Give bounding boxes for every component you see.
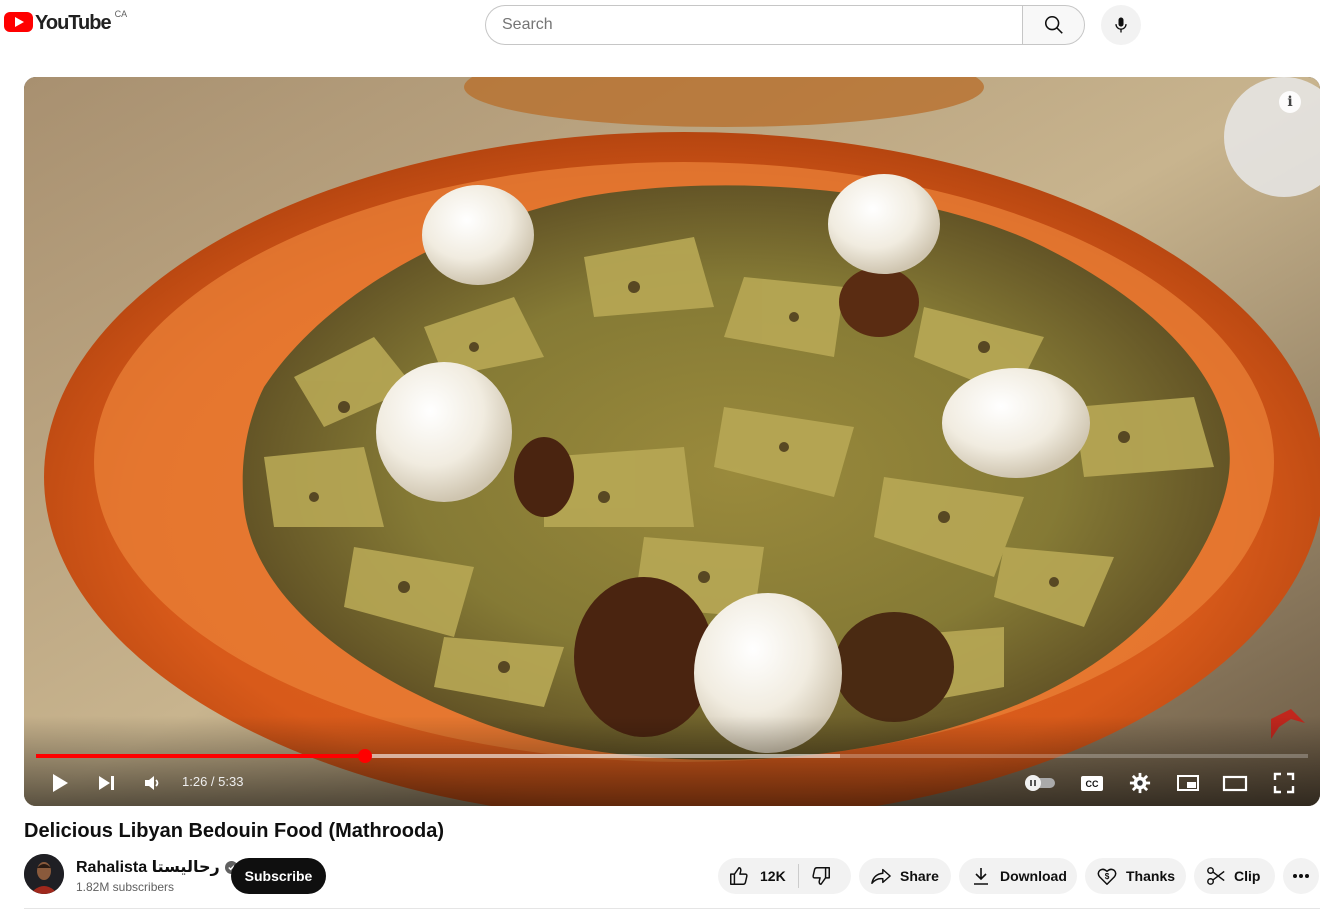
thumbs-up-icon (728, 865, 750, 887)
more-actions-button[interactable] (1283, 858, 1319, 894)
microphone-icon (1115, 17, 1127, 33)
volume-icon (145, 776, 159, 790)
next-icon (99, 776, 114, 790)
video-title: Delicious Libyan Bedouin Food (Mathrooda… (24, 820, 444, 842)
time-display: 1:26 / 5:33 (182, 774, 244, 789)
download-label: Download (1000, 868, 1067, 884)
like-button[interactable]: 12K (718, 858, 786, 894)
more-horizontal-icon (1293, 874, 1309, 878)
fullscreen-icon (1273, 772, 1295, 794)
play-icon (53, 774, 68, 792)
youtube-logo-icon (4, 12, 33, 32)
miniplayer-icon (1177, 775, 1199, 791)
autoplay-toggle-icon (1025, 775, 1055, 791)
download-button[interactable]: Download (959, 858, 1077, 894)
search-input[interactable] (485, 5, 1022, 45)
avatar[interactable] (24, 854, 64, 894)
played-bar (36, 754, 365, 758)
top-bar: YouTube CA (0, 0, 1342, 50)
autoplay-toggle[interactable] (1022, 769, 1058, 797)
country-code: CA (114, 9, 128, 19)
fullscreen-button[interactable] (1270, 769, 1298, 797)
channel-name-link[interactable]: Rahalista رحاليستا (76, 857, 238, 877)
share-label: Share (900, 868, 939, 884)
channel-avatar-image (24, 854, 64, 894)
theater-mode-icon (1222, 775, 1248, 792)
settings-icon (1129, 772, 1151, 794)
svg-text:$: $ (1105, 872, 1110, 881)
thumbs-down-icon (810, 865, 832, 887)
captions-button[interactable]: CC (1078, 769, 1106, 797)
miniplayer-button[interactable] (1174, 769, 1202, 797)
search-icon (1044, 15, 1063, 34)
volume-button[interactable] (138, 769, 166, 797)
voice-search-button[interactable] (1101, 5, 1141, 45)
like-dislike-group: 12K (718, 858, 851, 894)
thanks-button[interactable]: $ Thanks (1085, 858, 1186, 894)
clip-button[interactable]: Clip (1194, 858, 1275, 894)
dislike-button[interactable] (799, 858, 832, 894)
progress-bar[interactable] (36, 749, 1308, 763)
share-button[interactable]: Share (859, 858, 951, 894)
channel-name: Rahalista رحاليستا (76, 859, 220, 876)
subscribe-button[interactable]: Subscribe (231, 858, 326, 894)
thanks-label: Thanks (1126, 868, 1176, 884)
scissors-icon (1206, 866, 1226, 886)
settings-button[interactable] (1126, 769, 1154, 797)
video-frame (24, 77, 1320, 806)
share-icon (870, 866, 892, 886)
youtube-logo[interactable]: YouTube CA (4, 9, 128, 34)
clip-label: Clip (1234, 868, 1261, 884)
download-icon (972, 866, 990, 886)
search-bar (485, 5, 1085, 45)
captions-icon: CC (1081, 776, 1103, 791)
divider (24, 908, 1320, 909)
subscriber-count: 1.82M subscribers (76, 880, 175, 894)
play-button[interactable] (46, 769, 74, 797)
scrubber-handle[interactable] (357, 749, 372, 763)
svg-text:CC: CC (1086, 779, 1099, 789)
search-button[interactable] (1022, 5, 1085, 45)
next-button[interactable] (92, 769, 120, 797)
info-icon[interactable]: i (1279, 91, 1301, 113)
video-player[interactable]: i 1:26 / 5:33 CC (24, 77, 1320, 806)
theater-mode-button[interactable] (1220, 769, 1250, 797)
like-count: 12K (760, 868, 786, 884)
heart-dollar-icon: $ (1096, 865, 1118, 887)
logo-text: YouTube (35, 12, 112, 34)
